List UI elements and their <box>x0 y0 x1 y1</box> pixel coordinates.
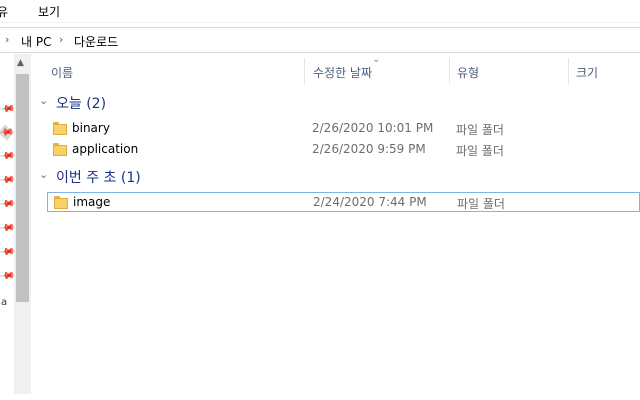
sort-chevron-icon: ⌄ <box>372 54 381 65</box>
folder-icon <box>54 196 68 209</box>
column-header-size[interactable]: 크기 <box>576 64 598 81</box>
ribbon-divider <box>0 22 640 23</box>
column-divider[interactable] <box>568 58 569 84</box>
navigation-pane: 📌 📌 📌 📌 📌 📌 📌 📌 a <box>0 54 16 400</box>
folder-icon <box>53 143 67 156</box>
group-header-earlier-this-week[interactable]: ⌄ 이번 주 초 (1) <box>37 167 637 187</box>
breadcrumb-downloads[interactable]: 다운로드 <box>74 33 118 50</box>
chevron-down-icon[interactable]: ⌄ <box>39 168 48 181</box>
column-header-type[interactable]: 유형 <box>457 64 479 81</box>
file-name: image <box>73 195 111 209</box>
file-date: 2/26/2020 10:01 PM <box>312 121 434 135</box>
file-name: binary <box>72 121 110 135</box>
list-item[interactable]: application 2/26/2020 9:59 PM 파일 폴더 <box>47 140 640 160</box>
list-item[interactable]: image 2/24/2020 7:44 PM 파일 폴더 <box>47 192 640 212</box>
file-type: 파일 폴더 <box>456 144 504 158</box>
list-item[interactable]: binary 2/26/2020 10:01 PM 파일 폴더 <box>47 119 640 139</box>
column-divider[interactable] <box>449 58 450 84</box>
column-divider[interactable] <box>304 58 305 84</box>
file-name: application <box>72 142 139 156</box>
group-header-today[interactable]: ⌄ 오늘 (2) <box>37 93 637 113</box>
file-date: 2/24/2020 7:44 PM <box>313 195 427 209</box>
group-title: 오늘 (2) <box>56 96 107 112</box>
breadcrumb-this-pc[interactable]: 내 PC <box>21 33 51 50</box>
column-header-name[interactable]: 이름 <box>51 64 73 81</box>
address-bar[interactable]: › 내 PC › 다운로드 <box>0 27 640 53</box>
file-date: 2/26/2020 9:59 PM <box>312 142 426 156</box>
scroll-up-icon[interactable]: ▲ <box>17 58 24 68</box>
file-type: 파일 폴더 <box>457 197 505 211</box>
ribbon-tab-bar: 유 보기 <box>0 0 640 22</box>
chevron-right-icon[interactable]: › <box>5 33 9 46</box>
file-type: 파일 폴더 <box>456 123 504 137</box>
nav-item-label[interactable]: a <box>1 297 7 308</box>
nav-scrollbar[interactable]: ▲ <box>14 54 31 394</box>
chevron-right-icon[interactable]: › <box>59 33 63 46</box>
ribbon-tab-view[interactable]: 보기 <box>38 3 60 20</box>
chevron-down-icon[interactable]: ⌄ <box>39 94 48 107</box>
column-header-row: 이름 수정한 날짜 ⌄ 유형 크기 <box>31 54 640 86</box>
scroll-thumb[interactable] <box>16 74 29 302</box>
column-header-date[interactable]: 수정한 날짜 <box>313 64 372 81</box>
folder-icon <box>53 122 67 135</box>
group-title: 이번 주 초 (1) <box>56 170 141 186</box>
pin-icon[interactable]: 📌 <box>0 124 14 141</box>
ribbon-tab-share[interactable]: 유 <box>0 3 8 20</box>
